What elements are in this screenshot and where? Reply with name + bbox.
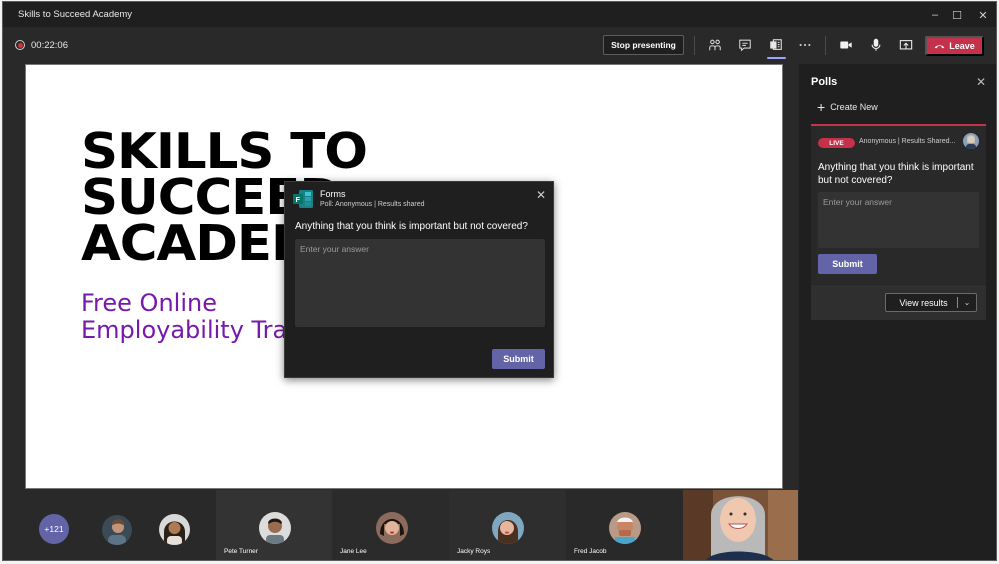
avatar [376,512,408,544]
window-title: Skills to Succeed Academy [18,9,133,20]
svg-text:F: F [296,195,301,204]
participant-tile[interactable]: Jane Lee [332,490,449,560]
forms-logo-icon: F [293,190,313,208]
self-video-tile[interactable] [683,490,798,560]
participant-name: Fred Jacob [574,548,607,555]
toolbar-divider [825,36,826,55]
hang-up-icon [934,45,945,49]
view-results-button[interactable]: View results ⌄ [885,293,977,312]
leave-button[interactable]: Leave [925,36,984,56]
dialog-app-name: Forms [320,189,346,199]
create-new-label: Create New [830,102,878,112]
people-icon [709,39,721,51]
dialog-submit-button[interactable]: Submit [492,349,545,369]
chevron-down-icon[interactable]: ⌄ [958,298,976,307]
close-window-button[interactable]: ✕ [969,6,996,24]
view-results-label: View results [899,297,948,308]
create-new-poll-button[interactable]: + Create New [817,99,878,115]
participant-tile[interactable]: Fred Jacob [566,490,683,560]
poll-popup-dialog: F Forms Poll: Anonymous | Results shared… [284,181,554,378]
share-icon [899,40,913,50]
avatar[interactable] [159,514,190,545]
toolbar-divider [694,36,695,55]
participant-name: Jane Lee [340,548,367,555]
participant-name: Pete Turner [224,548,258,555]
polls-panel: Polls ✕ + Create New LIVE Anonymous | Re… [799,64,996,560]
dialog-poll-meta: Poll: Anonymous | Results shared [320,201,425,208]
microphone-button[interactable] [865,35,887,55]
more-options-button[interactable] [794,35,816,55]
poll-card-meta: Anonymous | Results Shared... [859,138,956,145]
meeting-timer: 00:22:06 [31,40,68,51]
status-badge: LIVE [818,138,855,148]
poll-card: LIVE Anonymous | Results Shared... Anyth… [811,124,986,320]
close-icon[interactable]: ✕ [536,188,546,202]
people-button[interactable] [704,35,726,55]
dialog-answer-input[interactable] [295,239,545,327]
avatar [609,512,641,544]
poll-card-question: Anything that you think is important but… [818,162,974,186]
camera-button[interactable] [835,35,857,55]
participant-strip: +121 Pete Turner Jane Lee Jacky Roys Fre… [3,490,798,560]
leave-label: Leave [949,41,975,51]
title-bar: Skills to Succeed Academy – ☐ ✕ [3,2,996,27]
recording-icon [15,40,25,50]
maximize-button[interactable]: ☐ [943,6,971,24]
mic-icon [871,38,881,51]
active-tab-indicator [767,57,786,59]
more-participants-button[interactable]: +121 [39,514,69,544]
avatar[interactable] [102,515,132,545]
participant-name: Jacky Roys [457,548,491,555]
video-feed [683,490,798,560]
teams-meeting-window: Skills to Succeed Academy – ☐ ✕ 00:22:06… [2,1,997,561]
avatar [492,512,524,544]
chat-button[interactable] [734,35,756,55]
meeting-toolbar: 00:22:06 Stop presenting Leave [3,27,996,63]
poll-card-answer-input[interactable] [818,192,979,248]
poll-card-submit-button[interactable]: Submit [818,254,877,274]
stop-presenting-button[interactable]: Stop presenting [603,35,684,55]
close-icon[interactable]: ✕ [976,75,986,89]
plus-icon: + [817,99,826,115]
panel-title: Polls [811,76,838,88]
avatar [259,512,291,544]
participant-tile[interactable]: Pete Turner [216,490,332,560]
chat-icon [739,39,751,52]
apps-icon [770,39,782,50]
poll-card-footer: View results ⌄ [811,284,986,320]
participant-tile[interactable]: Jacky Roys [449,490,566,560]
share-content-button[interactable] [895,35,917,55]
camera-icon [840,41,852,49]
avatar [963,133,979,149]
more-icon [799,43,811,47]
dialog-question: Anything that you think is important but… [295,221,528,232]
apps-button[interactable] [765,35,787,55]
